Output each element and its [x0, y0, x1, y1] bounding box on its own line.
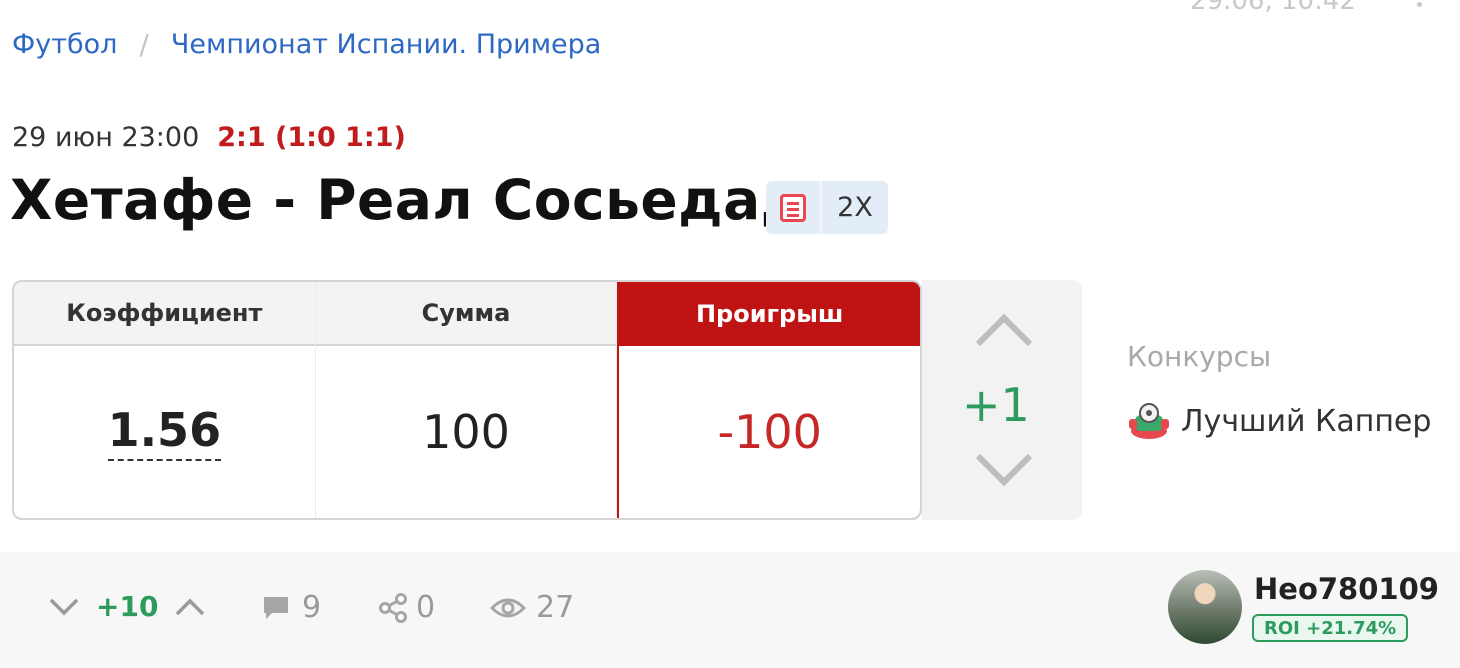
post-timestamp: 29.06, 10:42 [1190, 0, 1356, 16]
result-header: Проигрыш [619, 282, 920, 346]
trophy-icon [1129, 403, 1169, 439]
bet-label: 2X [822, 181, 888, 234]
breadcrumb: Футбол / Чемпионат Испании. Примера [12, 28, 601, 61]
match-datetime: 29 июн 23:00 [12, 122, 200, 153]
bet-table: Коэффициент 1.56 Сумма 100 Проигрыш -100 [12, 280, 922, 520]
bet-card: 29.06, 10:42 Футбол / Чемпионат Испании.… [0, 0, 1460, 668]
breadcrumb-sport-link[interactable]: Футбол [12, 29, 117, 60]
user-name[interactable]: Нео780109 [1254, 572, 1439, 606]
sum-value: 100 [422, 405, 510, 459]
list-icon[interactable] [766, 181, 822, 234]
share-icon [379, 592, 407, 623]
contest-item[interactable]: Лучший Каппер [1127, 401, 1431, 441]
breadcrumb-league-link[interactable]: Чемпионат Испании. Примера [171, 29, 602, 60]
chevron-up-icon[interactable] [974, 310, 1034, 350]
contests: Конкурсы Лучший Каппер [1127, 340, 1431, 441]
vote-count: +1 [962, 378, 1030, 432]
views-count: 27 [536, 590, 575, 625]
sum-column: Сумма 100 [315, 282, 618, 518]
comments-counter[interactable]: 9 [262, 590, 321, 625]
shares-count: 0 [416, 590, 436, 625]
roi-badge: ROI +21.74% [1252, 614, 1409, 642]
rating-value: +10 [96, 590, 159, 623]
coef-header: Коэффициент [14, 282, 315, 346]
eye-icon [490, 598, 526, 617]
bet-type-badge: 2X [766, 181, 888, 234]
contests-label: Конкурсы [1127, 340, 1272, 373]
chevron-down-icon[interactable] [48, 596, 80, 618]
result-value: -100 [717, 405, 822, 459]
chevron-down-icon[interactable] [974, 450, 1034, 490]
comment-icon [264, 596, 288, 619]
comments-count: 9 [302, 590, 322, 625]
avatar[interactable] [1168, 570, 1242, 644]
coef-value[interactable]: 1.56 [107, 403, 222, 461]
match-meta: 29 июн 23:00 2:1 (1:0 1:1) [12, 122, 406, 153]
match-score: 2:1 (1:0 1:1) [217, 122, 406, 153]
sum-header: Сумма [315, 282, 617, 346]
contest-name: Лучший Каппер [1181, 403, 1432, 439]
breadcrumb-separator: / [139, 28, 149, 61]
chevron-up-icon[interactable] [174, 596, 206, 618]
vote-panel: +1 [922, 280, 1082, 520]
match-title[interactable]: Хетафе - Реал Сосьедад [10, 168, 806, 232]
rating-control: +10 [48, 590, 206, 623]
views-counter: 27 [490, 590, 574, 625]
coef-column: Коэффициент 1.56 [14, 282, 316, 518]
kebab-icon[interactable] [1412, 0, 1426, 18]
result-column: Проигрыш -100 [617, 282, 920, 518]
share-counter[interactable]: 0 [378, 590, 435, 625]
